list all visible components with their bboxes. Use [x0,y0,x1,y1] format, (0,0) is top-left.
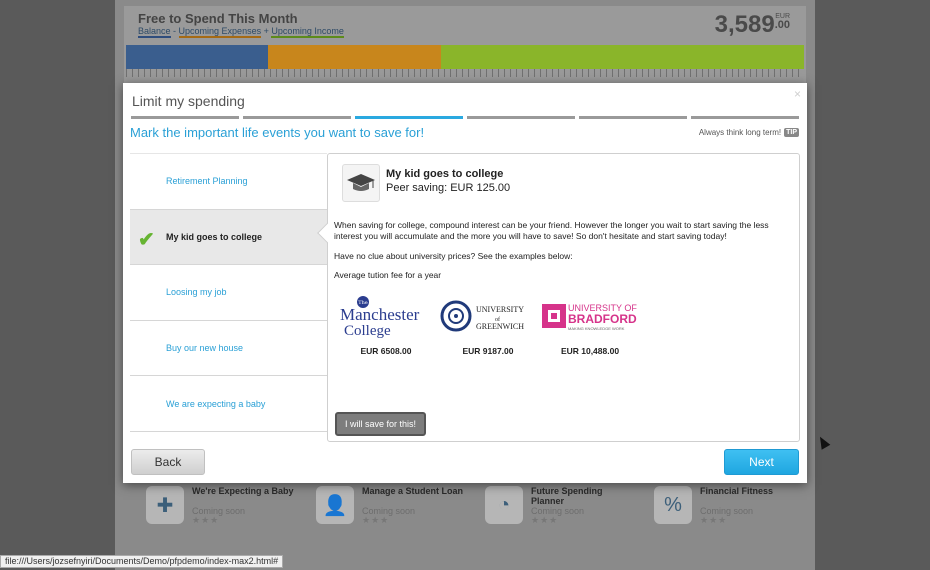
manchester-logo-name: Manchester [340,305,420,324]
budget-amount: 3,589.00 EUR [715,11,790,39]
bradford-university-logo: UNIVERSITY OF BRADFORD MAKING KNOWLEDGE … [540,294,640,338]
checkmark-icon: ✔ [138,228,155,251]
mouse-cursor-icon [815,434,831,450]
event-label: My kid goes to college [166,231,263,242]
legend-upcoming-expenses: Upcoming Expenses [178,26,262,38]
tile-title: Financial Fitness [700,486,774,496]
legend-balance: Balance [138,26,171,38]
legend-upcoming-income: Upcoming Income [271,26,344,38]
baby-icon: ✚ [146,486,184,524]
tile-student-loan[interactable]: 👤 Manage a Student Loan Coming soon ★★★ [310,484,470,528]
budget-legend: Balance - Upcoming Expenses + Upcoming I… [138,26,344,38]
event-label: Retirement Planning [166,176,248,187]
percent-icon: % [654,486,692,524]
event-detail-panel: My kid goes to college Peer saving: EUR … [317,153,800,442]
college-price: EUR 9187.00 [462,346,514,356]
tile-future-spending[interactable]: ◔ Future Spending Planner Coming soon ★★… [479,484,639,528]
budget-bar-expenses [268,45,442,69]
greenwich-logo-university: UNIVERSITY [476,305,524,314]
event-label: Loosing my job [166,287,227,298]
tile-stars: ★★★ [362,515,390,525]
peer-saving: Peer saving: EUR 125.00 [386,182,511,194]
college-bradford: UNIVERSITY OF BRADFORD MAKING KNOWLEDGE … [540,294,640,356]
legend-separator: - [170,26,179,36]
bradford-logo-tagline: MAKING KNOWLEDGE WORK [568,326,625,331]
college-price: EUR 6508.00 [360,346,412,356]
tile-title: We're Expecting a Baby [192,486,294,496]
college-manchester: The Manchester College EUR 6508.00 [336,294,436,356]
tile-stars: ★★★ [531,515,559,525]
step-segment [579,116,687,119]
event-retirement-planning[interactable]: Retirement Planning [130,154,327,210]
tile-stars: ★★★ [700,515,728,525]
manchester-college-logo: The Manchester College [336,294,436,338]
amount-decimal: .00 [774,19,790,31]
tip-badge: TIP [784,128,799,137]
event-loosing-job[interactable]: Loosing my job [130,265,327,321]
next-button[interactable]: Next [724,449,799,475]
manchester-logo-college: College [344,323,391,338]
tile-expecting-baby[interactable]: ✚ We're Expecting a Baby Coming soon ★★★ [140,484,300,528]
limit-spending-modal: Limit my spending × Mark the important l… [123,83,807,483]
modal-title: Limit my spending [132,93,245,109]
event-new-house[interactable]: Buy our new house [130,321,327,377]
budget-ticks [126,69,804,77]
back-button[interactable]: Back [131,449,205,475]
tile-title: Future Spending Planner [531,486,603,506]
step-segment [691,116,799,119]
bradford-logo-name: BRADFORD [568,312,637,326]
budget-bar-income [441,45,804,69]
amount-currency: EUR [775,13,790,20]
close-icon[interactable]: × [794,87,801,101]
budget-title: Free to Spend This Month [138,11,298,26]
college-examples: The Manchester College EUR 6508.00 UNIVE… [336,294,656,364]
greenwich-university-logo: UNIVERSITY of GREENWICH [438,294,538,338]
tip[interactable]: Always think long term! TIP [699,128,799,137]
detail-paragraph: Have no clue about university prices? Se… [334,251,573,261]
detail-title: My kid goes to college [386,168,504,180]
tip-text: Always think long term! [698,128,782,137]
event-expecting-baby[interactable]: We are expecting a baby [130,376,327,432]
event-label: Buy our new house [166,343,244,354]
student-icon: 👤 [316,486,354,524]
legend-separator: + [261,26,272,36]
step-progress [131,116,799,119]
status-bar-url: file:///Users/jozsefnyiri/Documents/Demo… [0,555,284,568]
save-for-this-button[interactable]: I will save for this! [335,412,427,436]
tile-title: Manage a Student Loan [362,486,464,496]
amount-whole: 3,589 [714,11,775,38]
college-greenwich: UNIVERSITY of GREENWICH EUR 9187.00 [438,294,538,356]
budget-bar-balance [126,45,269,69]
modal-subtitle: Mark the important life events you want … [130,125,425,140]
life-events-list: Retirement Planning ✔ My kid goes to col… [130,153,327,432]
graduation-cap-icon [342,164,380,202]
budget-bar [126,45,804,69]
tile-stars: ★★★ [192,515,220,525]
step-segment [243,116,351,119]
clock-icon: ◔ [485,486,523,524]
event-label: We are expecting a baby [166,398,266,409]
feature-tiles: ✚ We're Expecting a Baby Coming soon ★★★… [140,484,800,530]
step-segment [131,116,239,119]
college-price: EUR 10,488.00 [560,346,620,356]
tile-financial-fitness[interactable]: % Financial Fitness Coming soon ★★★ [648,484,808,528]
detail-paragraph: Average tution fee for a year [334,270,442,280]
step-segment [467,116,575,119]
event-kid-college[interactable]: ✔ My kid goes to college [130,209,327,266]
greenwich-logo-name: GREENWICH [476,322,524,331]
step-segment [355,116,463,119]
detail-paragraph: When saving for college, compound intere… [334,220,769,241]
